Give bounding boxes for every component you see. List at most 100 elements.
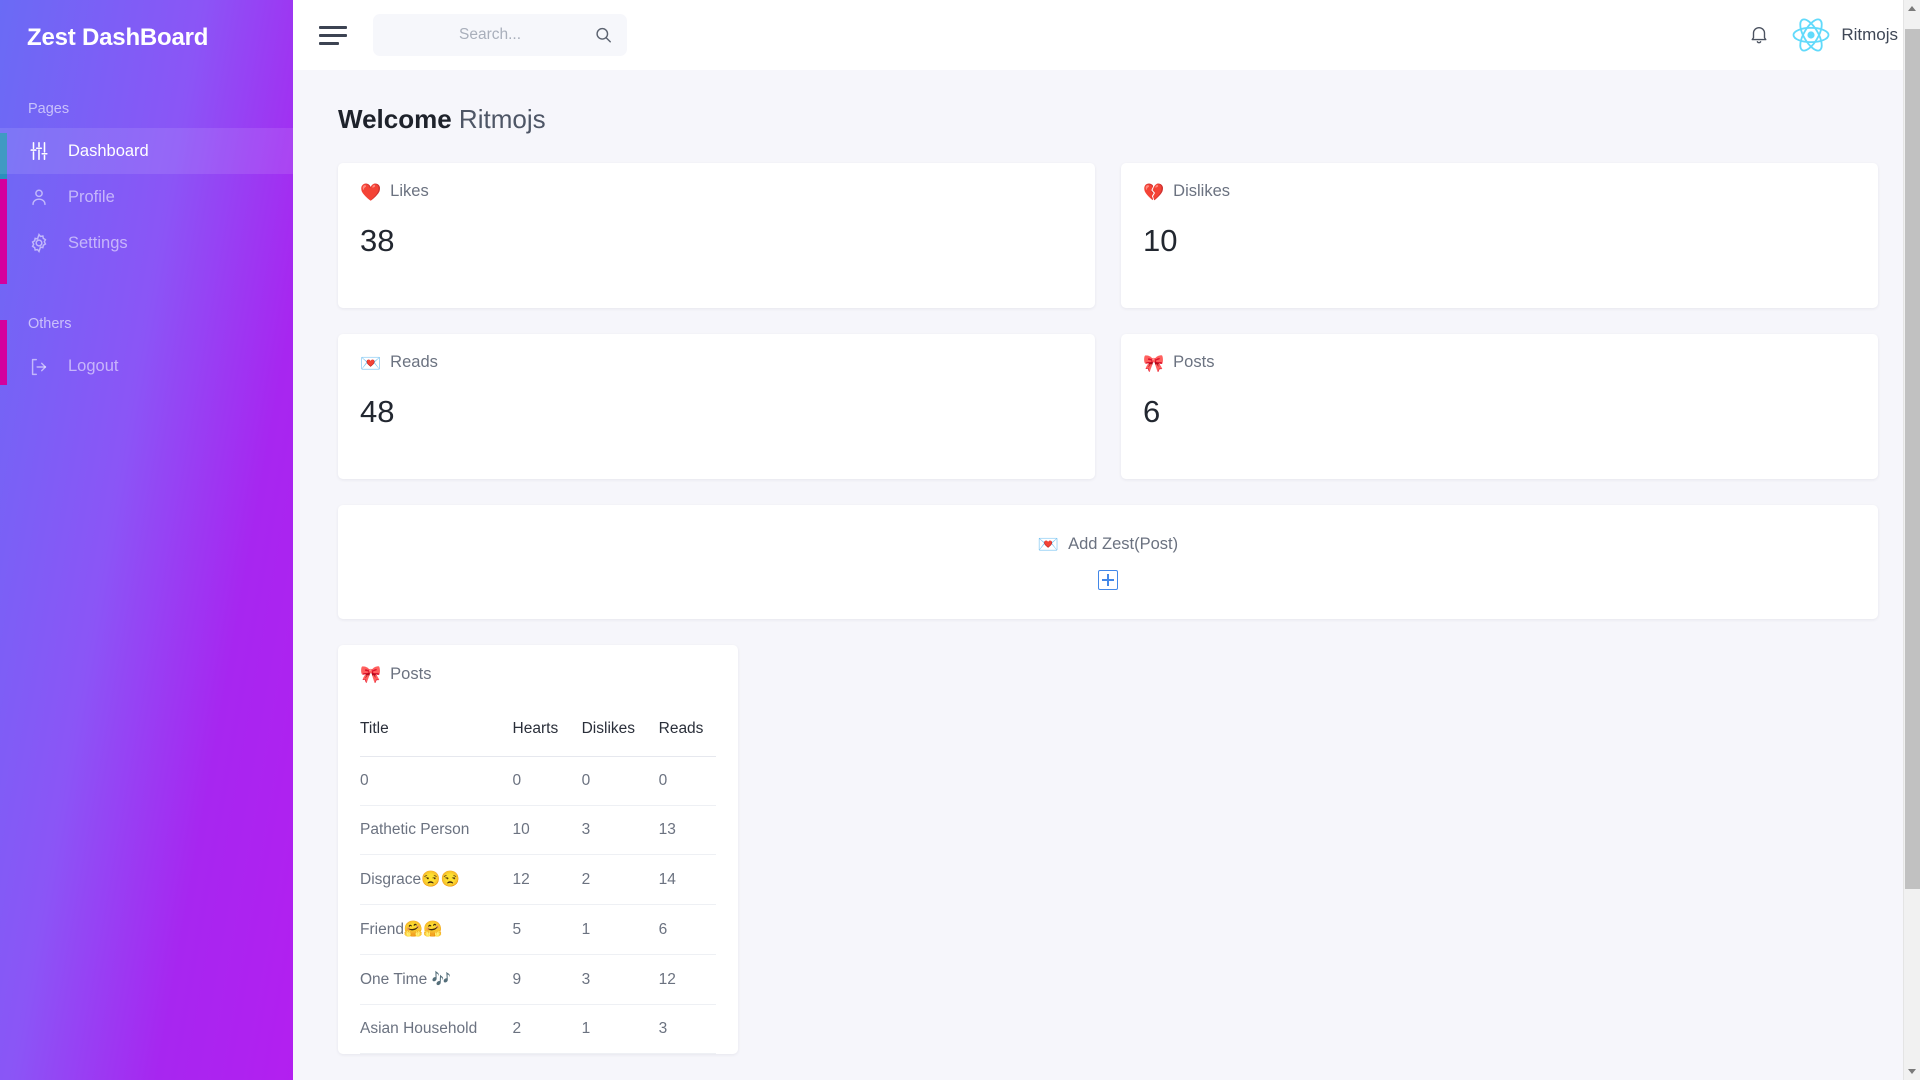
stat-card-value: 6: [1143, 393, 1161, 429]
page-title: Welcome Ritmojs: [338, 104, 1878, 135]
scrollbar-thumb[interactable]: [1904, 29, 1920, 889]
stat-card-label: Dislikes: [1173, 182, 1231, 201]
table-header-row: Title Hearts Dislikes Reads: [360, 720, 716, 758]
stat-card-label: Posts: [1173, 353, 1215, 372]
scroll-down-arrow-icon[interactable]: [1903, 1063, 1920, 1080]
stat-card-header: 💔 Dislikes: [1143, 182, 1856, 202]
user-profile-chip[interactable]: Ritmojs: [1790, 14, 1898, 56]
hamburger-line: [319, 41, 339, 45]
love-letter-emoji: 💌: [1037, 534, 1060, 554]
stat-card-header: 🎀 Posts: [1143, 353, 1856, 373]
top-header-bar: Ritmojs: [293, 0, 1920, 70]
hamburger-icon[interactable]: [319, 24, 349, 46]
welcome-user-name: Ritmojs: [458, 104, 546, 134]
search-icon[interactable]: [594, 26, 613, 45]
table-row[interactable]: One Time 🎶 9 3 12: [360, 954, 716, 1006]
sidebar-item-logout[interactable]: Logout: [0, 344, 293, 390]
cell-hearts: 9: [512, 954, 582, 1006]
cell-title: Friend🤗🤗: [360, 904, 513, 956]
cell-title: One Time 🎶: [360, 954, 513, 1006]
sidebar-item-profile[interactable]: Profile: [0, 174, 293, 220]
cell-hearts: 5: [512, 904, 582, 956]
cell-hearts: 0: [512, 756, 582, 807]
stat-card-likes[interactable]: ❤️ Likes 38: [338, 163, 1095, 309]
cell-reads: 12: [658, 954, 716, 1006]
column-header-hearts[interactable]: Hearts: [512, 720, 582, 758]
table-row[interactable]: Pathetic Person 10 3 13: [360, 805, 716, 856]
plus-glyph: [1102, 573, 1114, 586]
add-post-label: Add Zest(Post): [1068, 534, 1179, 553]
scrollbar-track[interactable]: [1904, 17, 1920, 1063]
stat-card-header: 💌 Reads: [360, 353, 1073, 373]
search-box[interactable]: [373, 14, 627, 56]
ribbon-emoji: 🎀: [1143, 353, 1165, 373]
cell-reads: 14: [658, 854, 716, 906]
cell-dislikes: 1: [581, 1004, 659, 1055]
dashboard-app: Zest DashBoard Pages Dashboard Profile S…: [0, 0, 1920, 1080]
stats-card-grid: ❤️ Likes 38 💔 Dislikes 10 💌 Reads 48 🎀 P…: [338, 163, 1878, 480]
stat-card-header: ❤️ Likes: [360, 182, 1073, 202]
cell-reads: 3: [658, 1004, 716, 1055]
sidebar-item-label-logout: Logout: [68, 357, 119, 376]
table-row[interactable]: Disgrace😒😒 12 2 14: [360, 854, 716, 906]
main-content: Welcome Ritmojs ❤️ Likes 38 💔 Dislikes 1…: [293, 70, 1920, 1080]
table-row[interactable]: Asian Household 2 1 3: [360, 1004, 716, 1055]
table-row[interactable]: 0 0 0 0: [360, 756, 716, 807]
cell-dislikes: 3: [581, 954, 659, 1006]
search-input[interactable]: [387, 26, 613, 44]
broken-heart-emoji: 💔: [1143, 182, 1165, 202]
cell-dislikes: 1: [581, 904, 659, 956]
cell-title: 0: [360, 756, 513, 807]
logout-icon: [28, 356, 50, 378]
sidebar-item-label-settings: Settings: [68, 233, 128, 252]
stat-card-value: 10: [1143, 222, 1178, 258]
sidebar-item-dashboard[interactable]: Dashboard: [0, 128, 293, 175]
cell-title: Disgrace😒😒: [360, 854, 513, 906]
sidebar-item-settings[interactable]: Settings: [0, 220, 293, 266]
cell-dislikes: 0: [581, 756, 659, 807]
header-actions: Ritmojs: [1748, 14, 1898, 56]
cell-title: Asian Household: [360, 1004, 513, 1055]
cell-reads: 0: [658, 756, 716, 807]
sidebar-section-label-others: Others: [28, 316, 72, 333]
sidebar-item-label-dashboard: Dashboard: [68, 141, 149, 160]
posts-table: Title Hearts Dislikes Reads 0 0 0 0 Path…: [360, 720, 716, 1055]
cell-reads: 13: [658, 805, 716, 856]
column-header-title[interactable]: Title: [360, 720, 513, 758]
add-post-label-row: 💌 Add Zest(Post): [1038, 535, 1178, 554]
stat-card-value: 48: [360, 393, 395, 429]
sidebar: Zest DashBoard Pages Dashboard Profile S…: [0, 0, 293, 1080]
table-row[interactable]: Friend🤗🤗 5 1 6: [360, 904, 716, 956]
app-brand-title: Zest DashBoard: [27, 24, 209, 51]
page-scrollbar[interactable]: [1903, 0, 1920, 1080]
column-header-reads[interactable]: Reads: [658, 720, 716, 758]
gear-icon: [28, 232, 50, 254]
posts-table-header: 🎀 Posts: [360, 665, 716, 684]
scroll-up-arrow-icon[interactable]: [1903, 0, 1920, 17]
user-name-label: Ritmojs: [1841, 25, 1898, 44]
sidebar-item-label-profile: Profile: [68, 187, 115, 206]
add-post-card[interactable]: 💌 Add Zest(Post): [338, 505, 1878, 620]
welcome-prefix: Welcome: [338, 104, 452, 134]
stat-card-dislikes[interactable]: 💔 Dislikes 10: [1121, 163, 1878, 309]
posts-table-title: Posts: [390, 665, 432, 684]
stat-card-reads[interactable]: 💌 Reads 48: [338, 334, 1095, 480]
bell-icon[interactable]: [1748, 24, 1770, 46]
cell-title: Pathetic Person: [360, 805, 513, 856]
react-logo-icon: [1790, 14, 1832, 56]
cell-hearts: 10: [512, 805, 582, 856]
cell-hearts: 2: [512, 1004, 582, 1055]
cell-dislikes: 3: [581, 805, 659, 856]
hamburger-line: [319, 25, 347, 29]
stat-card-label: Reads: [390, 353, 438, 372]
sliders-icon: [28, 140, 50, 162]
plus-square-icon[interactable]: [1098, 569, 1118, 590]
cell-reads: 6: [658, 904, 716, 956]
stat-card-label: Likes: [390, 182, 429, 201]
stat-card-posts[interactable]: 🎀 Posts 6: [1121, 334, 1878, 480]
posts-table-body: 0 0 0 0 Pathetic Person 10 3 13 Disgrace…: [360, 756, 716, 1055]
cell-dislikes: 2: [581, 854, 659, 906]
content-area: Ritmojs Welcome Ritmojs ❤️ Likes 38: [293, 0, 1920, 1080]
column-header-dislikes[interactable]: Dislikes: [581, 720, 659, 758]
hamburger-line: [319, 33, 347, 37]
